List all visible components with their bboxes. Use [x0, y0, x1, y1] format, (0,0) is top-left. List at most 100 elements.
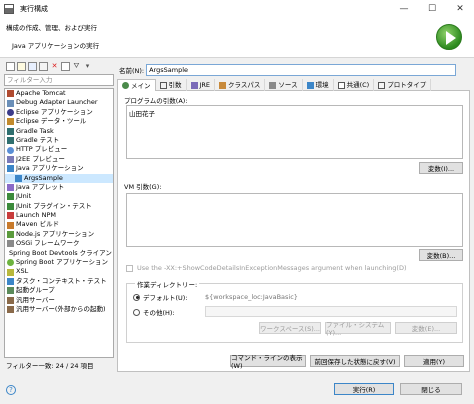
delete-icon[interactable]: ✕ [50, 62, 59, 71]
name-field[interactable]: ArgsSample [146, 64, 457, 76]
data-icon [7, 118, 14, 126]
tab-prototype[interactable]: プロトタイプ [374, 79, 432, 91]
group-icon [7, 287, 14, 295]
junit-icon [7, 193, 14, 201]
main-tab-body: プログラムの引数(A): 山田花子 変数(I)... VM 引数(G): 変数(… [117, 91, 470, 372]
config-tree: Apache Tomcat Debug Adapter Launcher Ecl… [4, 88, 114, 358]
gradle-icon [7, 137, 14, 145]
tab-source[interactable]: ソース [265, 79, 303, 91]
tree-item-eclipse-data[interactable]: Eclipse データ・ツール [5, 117, 113, 126]
filter-status: フィルター一致: 24 / 24 項目 [6, 362, 94, 370]
revert-button[interactable]: 前回保存した状態に戻す(V) [310, 355, 400, 367]
filter-icon[interactable]: ⛛ [72, 62, 81, 71]
minimize-button[interactable]: — [390, 0, 418, 18]
other-dir-radio[interactable] [133, 308, 140, 316]
new-config-icon[interactable] [6, 61, 15, 71]
duplicate-icon[interactable] [39, 61, 48, 71]
banner-subtitle: Java アプリケーションの実行 [12, 42, 100, 50]
tab-common[interactable]: 共通(C) [334, 79, 375, 91]
name-row: 名前(N): ArgsSample [119, 64, 457, 76]
title-bar: 実行構成 — ☐ ✕ [0, 0, 474, 18]
config-type-panel: ✕ ⛛ ▾ フィルター入力 Apache Tomcat Debug Adapte… [4, 60, 114, 372]
export-icon[interactable] [28, 61, 37, 71]
app-icon [4, 4, 14, 14]
vm-args-field[interactable] [126, 193, 463, 247]
junit-icon [7, 202, 14, 210]
window-title: 実行構成 [20, 5, 48, 13]
collapse-all-icon[interactable] [61, 61, 70, 71]
name-label: 名前(N): [119, 67, 145, 75]
help-icon[interactable]: ? [6, 385, 16, 395]
filesystem-button[interactable]: ファイル・システム(Y)... [325, 321, 391, 337]
tab-jre[interactable]: JRE [187, 79, 216, 91]
working-dir-label: 作業ディレクトリー: [135, 279, 200, 289]
server-icon [7, 306, 14, 314]
tree-item-gradle-task[interactable]: Gradle Task [5, 127, 113, 136]
program-args-field[interactable]: 山田花子 [126, 105, 463, 159]
tree-item-java-applet[interactable]: Java アプレット [5, 183, 113, 192]
tab-classpath[interactable]: クラスパス [215, 79, 266, 91]
workspace-button[interactable]: ワークスペース(S)... [259, 322, 321, 334]
new-prototype-icon[interactable] [17, 61, 26, 71]
maximize-button[interactable]: ☐ [418, 0, 446, 18]
vm-variables-button[interactable]: 変数(B)... [419, 249, 463, 261]
close-button[interactable]: 閉じる [400, 383, 462, 395]
npm-icon [7, 212, 14, 220]
main-icon [122, 82, 129, 89]
tree-item-debug-adapter[interactable]: Debug Adapter Launcher [5, 98, 113, 107]
spring-icon [7, 259, 14, 267]
tree-item-xsl[interactable]: XSL [5, 267, 113, 276]
show-command-line-button[interactable]: コマンド・ラインの表示(W) [230, 354, 306, 370]
tree-item-generic-server[interactable]: 汎用サーバー [5, 296, 113, 305]
tab-arguments[interactable]: 引数 [156, 79, 187, 91]
run-button[interactable]: 実行(R) [334, 383, 394, 395]
tree-item-junit-plugin[interactable]: JUnit プラグイン・テスト [5, 202, 113, 211]
maven-icon [7, 221, 14, 229]
program-args-label: プログラムの引数(A): [124, 97, 188, 105]
filter-input[interactable]: フィルター入力 [4, 74, 114, 86]
default-dir-label: デフォルト(U): [143, 294, 188, 302]
tree-item-apache-tomcat[interactable]: Apache Tomcat [5, 89, 113, 98]
tree-item-java-app[interactable]: Java アプリケーション [5, 164, 113, 173]
tree-item-maven[interactable]: Maven ビルド [5, 220, 113, 229]
tree-item-launch-group[interactable]: 起動グループ [5, 286, 113, 295]
other-dir-row: その他(H): [133, 307, 175, 317]
tree-item-gradle-test[interactable]: Gradle テスト [5, 136, 113, 145]
java-app-icon [15, 174, 22, 182]
tree-item-nodejs[interactable]: Node.js アプリケーション [5, 230, 113, 239]
left-toolbar: ✕ ⛛ ▾ [4, 60, 114, 72]
tab-main[interactable]: メイン [117, 79, 156, 91]
banner-description: 構成の作成、管理、および実行 [6, 24, 97, 32]
other-dir-label: その他(H): [143, 309, 175, 317]
server-icon [7, 90, 14, 98]
program-variables-button[interactable]: 変数(I)... [419, 162, 463, 174]
config-editor: 名前(N): ArgsSample メイン 引数 JRE クラスパス ソース 環… [117, 60, 470, 372]
xx-option-checkbox[interactable] [126, 264, 133, 272]
tree-item-task-context[interactable]: タスク・コンテキスト・テスト [5, 277, 113, 286]
tree-item-spring-boot[interactable]: Spring Boot アプリケーション [5, 258, 113, 267]
globe-icon [7, 146, 14, 154]
dir-variables-button[interactable]: 変数(E)... [395, 322, 457, 334]
vm-args-label: VM 引数(G): [124, 183, 162, 191]
tab-environment[interactable]: 環境 [303, 79, 334, 91]
window-controls: — ☐ ✕ [390, 0, 474, 18]
tree-item-http-preview[interactable]: HTTP プレビュー [5, 145, 113, 154]
classpath-icon [219, 81, 227, 89]
tree-item-junit[interactable]: JUnit [5, 192, 113, 201]
tree-item-argssample[interactable]: ArgsSample [5, 173, 113, 183]
other-dir-field[interactable] [205, 306, 457, 317]
source-icon [269, 81, 277, 89]
jre-icon [190, 81, 198, 89]
j2ee-icon [7, 155, 14, 163]
xsl-icon [7, 268, 14, 276]
chevron-down-icon[interactable]: ▾ [83, 62, 92, 71]
tree-item-osgi[interactable]: OSGi フレームワーク [5, 239, 113, 248]
default-dir-radio[interactable] [133, 293, 140, 301]
tree-item-eclipse-app[interactable]: Eclipse アプリケーション [5, 108, 113, 117]
tree-item-j2ee-preview[interactable]: J2EE プレビュー [5, 155, 113, 164]
tree-item-spring-devtools[interactable]: Spring Boot Devtools クライアント [5, 249, 113, 258]
tree-item-generic-server-external[interactable]: 汎用サーバー(外部からの起動) [5, 305, 113, 314]
nodejs-icon [7, 231, 14, 239]
close-window-button[interactable]: ✕ [446, 0, 474, 18]
apply-button[interactable]: 適用(Y) [404, 355, 464, 367]
